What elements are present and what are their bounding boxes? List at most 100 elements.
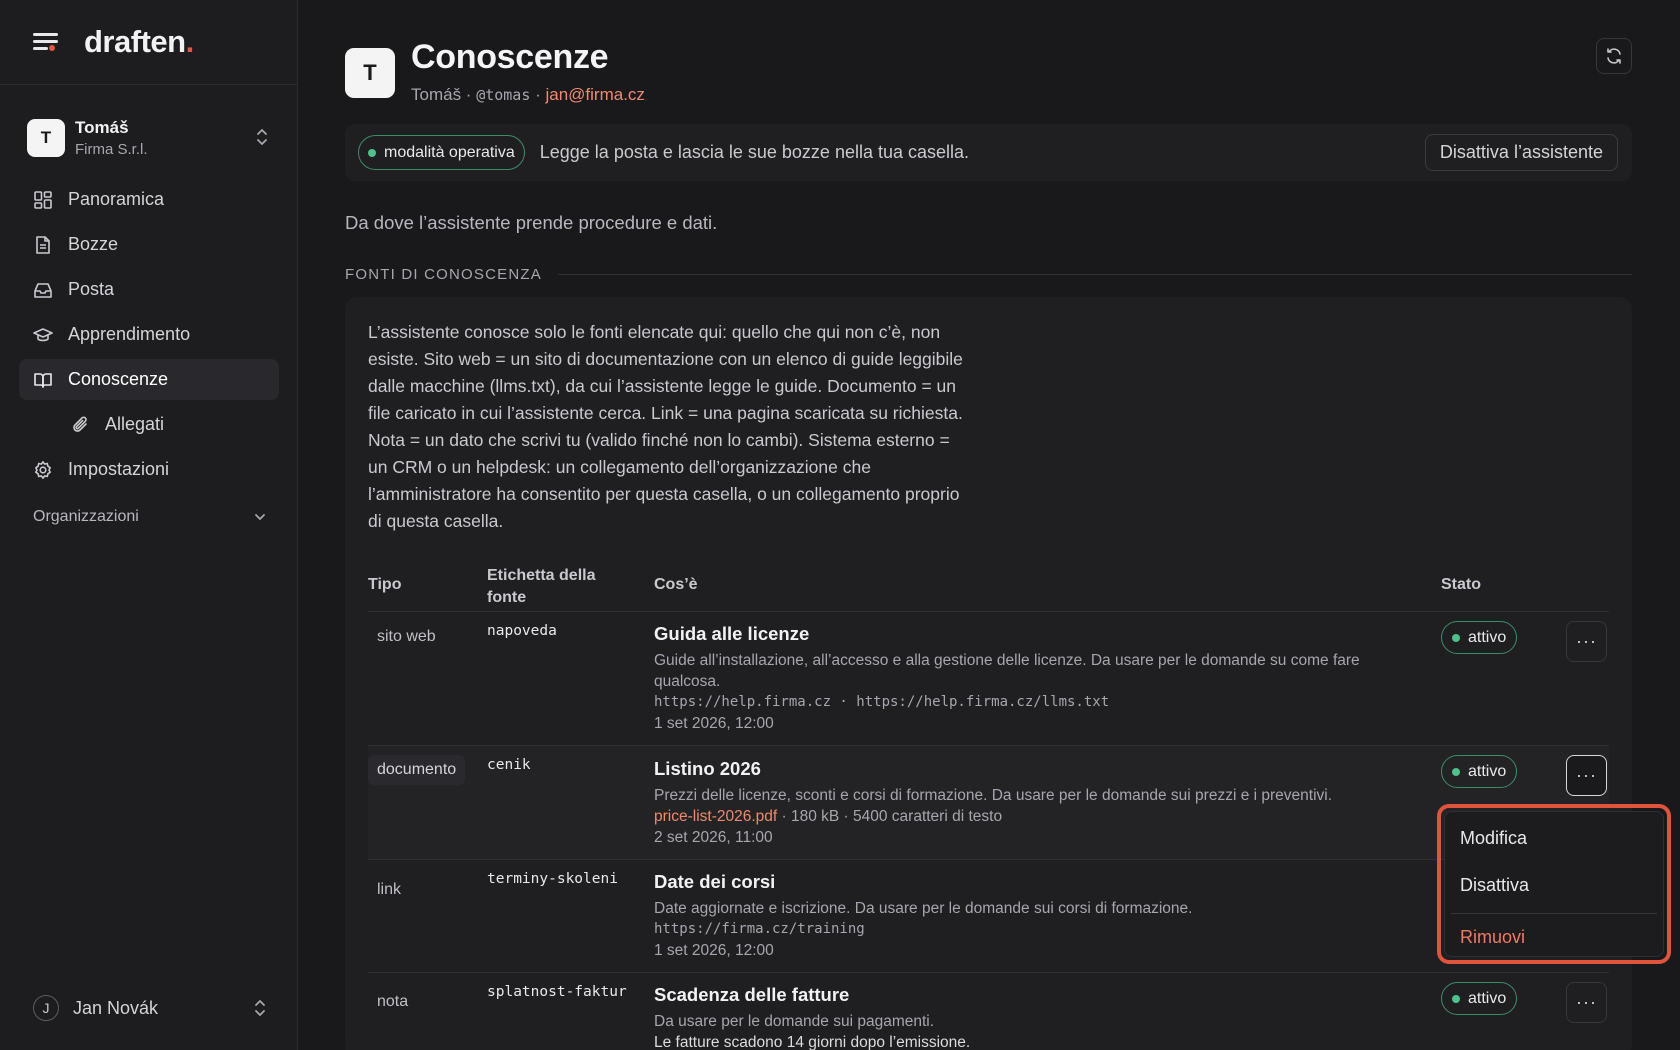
brand-logo: draften. bbox=[84, 24, 194, 59]
page-intro: Da dove l’assistente prende procedure e … bbox=[345, 212, 718, 233]
user-menu[interactable]: J Jan Novák bbox=[33, 993, 267, 1023]
section-title: FONTI DI CONOSCENZA bbox=[345, 266, 542, 283]
table-header: Tipo Etichetta della fonte Cos’è Stato bbox=[368, 560, 1609, 612]
divider bbox=[557, 274, 1632, 275]
nav-item-panoramica[interactable]: Panoramica bbox=[19, 179, 279, 220]
file-meta: · 180 kB · 5400 caratteri di testo bbox=[777, 808, 1003, 825]
workspace-name: Tomáš bbox=[75, 118, 129, 137]
workspace-switcher[interactable]: T Tomáš Firma S.r.l. bbox=[27, 113, 275, 163]
status-badge: attivo bbox=[1441, 755, 1518, 788]
divider bbox=[1451, 913, 1657, 914]
source-date: 1 set 2026, 12:00 bbox=[654, 942, 774, 959]
source-description: Prezzi delle licenze, sconti e corsi di … bbox=[654, 787, 1333, 804]
row-actions-button[interactable]: ··· bbox=[1566, 755, 1607, 796]
source-type: nota bbox=[377, 993, 409, 1010]
column-header-state: Stato bbox=[1441, 576, 1481, 593]
source-details: Scadenza delle fatture Da usare per le d… bbox=[654, 984, 1394, 1050]
inbox-icon bbox=[34, 282, 52, 298]
gear-icon bbox=[35, 460, 51, 479]
source-description: Da usare per le domande sui pagamenti. bbox=[654, 1013, 935, 1030]
refresh-icon bbox=[1607, 48, 1621, 64]
book-icon bbox=[34, 372, 52, 388]
nav-item-bozze[interactable]: Bozze bbox=[19, 224, 279, 265]
status-dot bbox=[1452, 633, 1460, 642]
nav-item-posta[interactable]: Posta bbox=[19, 269, 279, 310]
source-date: 2 set 2026, 11:00 bbox=[654, 829, 773, 846]
file-link[interactable]: price-list-2026.pdf bbox=[654, 808, 777, 825]
column-header-label: Etichetta della fonte bbox=[487, 567, 596, 606]
more-icon: ··· bbox=[1576, 765, 1597, 785]
workspace-avatar: T bbox=[27, 119, 65, 157]
menu-item-remove[interactable]: Rimuovi bbox=[1445, 915, 1663, 959]
status-badge: attivo bbox=[1441, 982, 1518, 1015]
mailbox-handle: @tomas bbox=[476, 86, 531, 104]
source-title: Listino 2026 bbox=[654, 758, 761, 779]
row-actions-button[interactable]: ··· bbox=[1566, 621, 1607, 662]
nav-item-label: Bozze bbox=[68, 234, 119, 254]
source-date: 1 set 2026, 12:00 bbox=[654, 715, 774, 732]
header-avatar: T bbox=[345, 48, 395, 98]
status-text: Legge la posta e lascia le sue bozze nel… bbox=[539, 142, 970, 162]
source-title: Scadenza delle fatture bbox=[654, 984, 850, 1005]
status-dot bbox=[368, 148, 376, 157]
workspace-org: Firma S.r.l. bbox=[75, 141, 148, 158]
source-title: Date dei corsi bbox=[654, 871, 776, 892]
section-header: FONTI DI CONOSCENZA bbox=[345, 266, 1632, 283]
nav-item-apprendimento[interactable]: Apprendimento bbox=[19, 314, 279, 355]
table-row: sito web napoveda Guida alle licenze Gui… bbox=[368, 612, 1609, 746]
chevron-up-down-icon bbox=[257, 129, 267, 145]
avatar: J bbox=[33, 995, 59, 1021]
document-icon bbox=[36, 235, 50, 254]
user-name: Jan Novák bbox=[73, 997, 159, 1018]
nav-item-label: Impostazioni bbox=[68, 459, 170, 479]
more-icon: ··· bbox=[1576, 631, 1597, 651]
nav-item-conoscenze[interactable]: Conoscenze bbox=[19, 359, 279, 400]
refresh-button[interactable] bbox=[1596, 38, 1632, 74]
chevron-down-icon bbox=[255, 514, 265, 521]
mailbox-owner: Tomáš bbox=[411, 85, 462, 104]
column-header-what: Cos’è bbox=[654, 576, 698, 593]
mailbox-email: jan@firma.cz bbox=[545, 85, 645, 104]
row-actions-menu-panel: Modifica Disattiva Rimuovi bbox=[1444, 811, 1664, 957]
source-description: Guide all’installazione, all’accesso e a… bbox=[654, 652, 1360, 690]
table-row: nota splatnost-faktur Scadenza delle fat… bbox=[368, 973, 1609, 1050]
sidebar: draften. T Tomáš Firma S.r.l. Panoramica… bbox=[0, 0, 298, 1050]
page-title: Conoscenze bbox=[411, 38, 609, 76]
hamburger-menu-icon[interactable] bbox=[33, 30, 61, 54]
nav-item-label: Allegati bbox=[105, 414, 165, 434]
menu-item-disable[interactable]: Disattiva bbox=[1445, 863, 1663, 907]
source-label: cenik bbox=[487, 757, 531, 773]
source-type: link bbox=[377, 881, 402, 898]
source-urls: https://firma.cz/training bbox=[654, 921, 865, 937]
source-type: documento bbox=[368, 755, 466, 785]
card-description: L’assistente conosce solo le fonti elenc… bbox=[368, 322, 963, 531]
nav-item-label: Apprendimento bbox=[68, 324, 191, 344]
organizations-label: Organizzazioni bbox=[33, 508, 139, 525]
nav-item-label: Conoscenze bbox=[68, 369, 169, 389]
row-actions-button[interactable]: ··· bbox=[1566, 982, 1607, 1023]
source-title: Guida alle licenze bbox=[654, 623, 810, 644]
source-details: Listino 2026 Prezzi delle licenze, scont… bbox=[654, 758, 1394, 848]
source-label: napoveda bbox=[487, 623, 557, 639]
paperclip-icon bbox=[73, 416, 87, 432]
assistant-status-bar: modalità operativa Legge la posta e lasc… bbox=[345, 124, 1632, 181]
source-type: sito web bbox=[377, 628, 436, 645]
source-description: Date aggiornate e iscrizione. Da usare p… bbox=[654, 900, 1193, 917]
row-actions-menu: Modifica Disattiva Rimuovi bbox=[1437, 804, 1671, 964]
nav-item-allegati[interactable]: Allegati bbox=[19, 404, 279, 445]
status-dot bbox=[1452, 767, 1460, 776]
source-details: Guida alle licenze Guide all’installazio… bbox=[654, 623, 1394, 734]
menu-item-edit[interactable]: Modifica bbox=[1445, 816, 1663, 860]
nav-item-impostazioni[interactable]: Impostazioni bbox=[19, 449, 279, 490]
main-nav: Panoramica Bozze Posta Apprendimento Con… bbox=[19, 179, 279, 494]
status-badge: attivo bbox=[1441, 621, 1518, 654]
page-subtitle: Tomáš · @tomas · jan@firma.cz bbox=[411, 85, 645, 104]
more-icon: ··· bbox=[1576, 992, 1597, 1012]
table-row: link terminy-skoleni Date dei corsi Date… bbox=[368, 860, 1609, 973]
status-dot bbox=[1452, 994, 1460, 1003]
nav-item-label: Posta bbox=[68, 279, 115, 299]
organizations-toggle[interactable]: Organizzazioni bbox=[33, 508, 267, 526]
nav-item-label: Panoramica bbox=[68, 189, 165, 209]
dashboard-icon bbox=[34, 190, 52, 209]
deactivate-assistant-button[interactable]: Disattiva l’assistente bbox=[1424, 134, 1618, 171]
